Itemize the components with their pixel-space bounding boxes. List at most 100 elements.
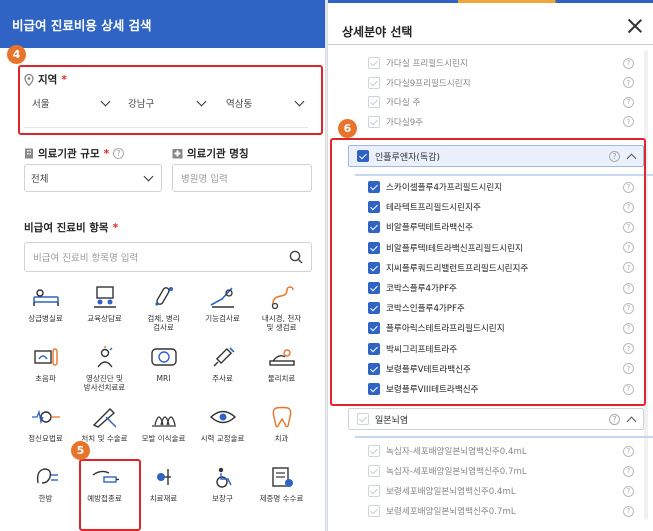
institution-name-input[interactable]: 병원명 입력 <box>172 164 312 192</box>
help-icon[interactable]: ? <box>623 363 634 375</box>
search-icon[interactable] <box>289 250 303 264</box>
help-icon[interactable]: ? <box>623 96 634 108</box>
help-icon[interactable]: ? <box>623 262 634 274</box>
chevron-up-icon[interactable] <box>626 153 637 163</box>
help-icon[interactable]: ? <box>623 505 634 517</box>
item-checkbox[interactable] <box>368 445 380 457</box>
help-icon[interactable]: ? <box>623 116 634 127</box>
list-item[interactable]: 보령플루VIII테트라백신주? <box>368 379 636 399</box>
category-endoscope[interactable]: 내시경, 천자 및 생검료 <box>252 280 311 340</box>
category-ultrasound[interactable]: 초음파 <box>16 340 75 400</box>
help-icon[interactable]: ? <box>113 148 125 159</box>
close-icon[interactable] <box>627 18 643 34</box>
item-checkbox[interactable] <box>368 302 380 315</box>
category-function-test[interactable]: 기능검사료 <box>193 280 252 340</box>
list-item[interactable]: 스카이셀플루4가프리필드시린지? <box>368 177 636 197</box>
help-icon[interactable]: ? <box>623 77 634 88</box>
list-item[interactable]: 비알플루텍I테트라백신프리필드시린지? <box>368 238 636 258</box>
item-checkbox[interactable] <box>368 261 380 274</box>
scale-select[interactable]: 전체 <box>24 164 162 192</box>
item-checkbox[interactable] <box>368 241 380 254</box>
category-mri[interactable]: MRI <box>134 340 193 400</box>
help-icon[interactable]: ? <box>623 383 634 395</box>
help-icon[interactable]: ? <box>623 57 634 69</box>
list-item[interactable]: 가다실 프리필드시린지? <box>368 53 636 73</box>
help-icon[interactable]: ? <box>623 485 634 497</box>
item-label: 보령플루VIII테트라백신주 <box>386 385 479 395</box>
chevron-up-icon[interactable] <box>626 416 637 426</box>
item-label: 플루아릭스테트라프리필드시린지 <box>386 324 505 335</box>
category-consult[interactable]: 교육상담료 <box>75 280 134 340</box>
item-checkbox[interactable] <box>368 505 380 517</box>
group-checkbox[interactable] <box>357 413 369 425</box>
treatment-search-input[interactable]: 비급여 진료비 항목명 입력 <box>24 242 312 272</box>
list-item[interactable]: 녹십자-세포배양일본뇌염백신주0.7mL? <box>368 461 636 481</box>
category-physio[interactable]: 물리치료 <box>252 340 311 400</box>
item-checkbox[interactable] <box>368 383 380 395</box>
help-icon[interactable]: ? <box>623 445 634 457</box>
list-item[interactable]: 코박스인플루4가PF주? <box>368 298 636 318</box>
list-item[interactable]: 녹십자-세포배양일본뇌염백신주0.4mL? <box>368 441 636 461</box>
category-material[interactable]: 치료재료 <box>134 460 193 520</box>
list-item[interactable]: 보령세포배양일본뇌염백신주0.7mL? <box>368 501 636 521</box>
item-checkbox[interactable] <box>368 57 380 69</box>
help-icon[interactable]: ? <box>623 322 634 334</box>
category-hair[interactable]: 모발 이식술료 <box>134 400 193 460</box>
category-bed[interactable]: 상급병실료 <box>16 280 75 340</box>
category-certificate[interactable]: 제증명 수수료 <box>252 460 311 520</box>
category-tooth[interactable]: 치과 <box>252 400 311 460</box>
category-brain-wave[interactable]: 정신요법료 <box>16 400 75 460</box>
item-label: 보령세포배양일본뇌염백신주0.7mL <box>386 507 516 517</box>
list-item[interactable]: 플루아릭스테트라프리필드시린지? <box>368 318 636 338</box>
help-icon[interactable]: ? <box>623 242 634 254</box>
dong-select[interactable]: 역삼동 <box>220 90 312 116</box>
group-influenza[interactable]: 인플루엔자(독감) ? <box>348 145 644 167</box>
item-checkbox[interactable] <box>368 221 380 234</box>
category-radiology[interactable]: 영상진단 및 방사선치료료 <box>75 340 134 400</box>
help-icon[interactable]: ? <box>623 465 634 477</box>
help-icon[interactable]: ? <box>623 201 634 213</box>
list-item[interactable]: 지씨플루쿼드리밸런트프리필드시린지주? <box>368 258 636 278</box>
list-item[interactable]: 가다실9프리필드시린지? <box>368 73 636 93</box>
city-select[interactable]: 서울 <box>26 90 118 116</box>
help-icon[interactable]: ? <box>623 343 634 355</box>
item-checkbox[interactable] <box>368 322 380 335</box>
list-item[interactable]: 테라텍트프리필드시린지주? <box>368 197 636 217</box>
list-item[interactable]: 코박스플루4가PF주? <box>368 278 636 298</box>
scrollbar[interactable] <box>644 50 648 520</box>
help-icon[interactable]: ? <box>623 181 634 193</box>
list-item[interactable]: 가다실 주? <box>368 92 636 112</box>
group-japanese-encephalitis[interactable]: 일본뇌염 ? <box>348 408 644 430</box>
item-checkbox[interactable] <box>368 201 380 214</box>
oriental-icon <box>24 460 68 494</box>
item-checkbox[interactable] <box>368 181 380 193</box>
divider <box>355 436 653 438</box>
district-select[interactable]: 강남구 <box>122 90 214 116</box>
item-checkbox[interactable] <box>368 362 380 375</box>
item-checkbox[interactable] <box>368 115 380 128</box>
group-checkbox[interactable] <box>357 150 369 162</box>
list-item[interactable]: 보령플루V테트라백신주? <box>368 359 636 379</box>
list-item[interactable]: 비알플루텍테트라백신주? <box>368 217 636 237</box>
item-checkbox[interactable] <box>368 282 380 294</box>
list-item[interactable]: 박씨그리프테트라주? <box>368 339 636 359</box>
item-checkbox[interactable] <box>368 342 380 355</box>
help-icon[interactable]: ? <box>623 302 634 314</box>
list-item[interactable]: 보령세포배양일본뇌염백신주0.4mL? <box>368 481 636 501</box>
help-icon[interactable]: ? <box>623 221 634 233</box>
help-icon[interactable]: ? <box>609 150 620 162</box>
item-checkbox[interactable] <box>368 76 380 89</box>
category-oriental[interactable]: 한방 <box>16 460 75 520</box>
category-vaccine[interactable]: 예방접종료 <box>75 460 134 520</box>
item-checkbox[interactable] <box>368 465 380 477</box>
help-icon[interactable]: ? <box>609 413 620 425</box>
category-wheelchair[interactable]: 보장구 <box>193 460 252 520</box>
category-eye[interactable]: 시력 교정술료 <box>193 400 252 460</box>
item-checkbox[interactable] <box>368 96 380 108</box>
category-test-tube[interactable]: 검체, 병리 검사료 <box>134 280 193 340</box>
item-checkbox[interactable] <box>368 485 380 497</box>
list-item[interactable]: 가다실9주? <box>368 112 636 132</box>
category-label: 처치 및 수술료 <box>81 434 128 443</box>
help-icon[interactable]: ? <box>623 282 634 294</box>
category-syringe[interactable]: 주사료 <box>193 340 252 400</box>
